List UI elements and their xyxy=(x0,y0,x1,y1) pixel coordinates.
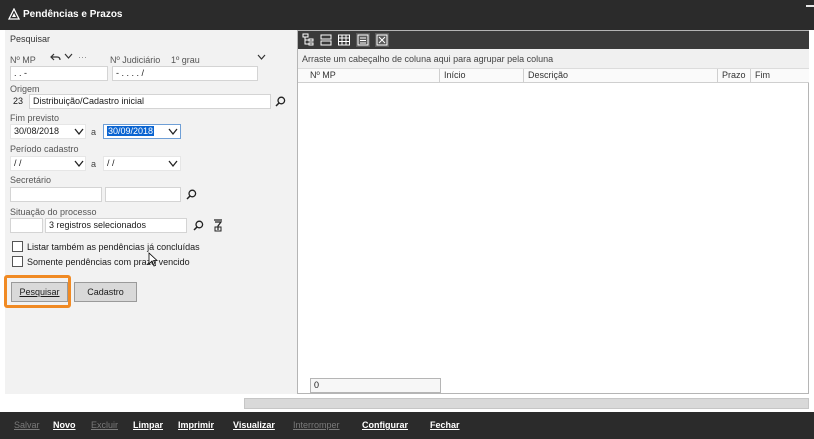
origin-label: Origem xyxy=(10,84,40,94)
col-prazo[interactable]: Prazo xyxy=(717,69,746,83)
secretary-code-input[interactable] xyxy=(10,187,102,202)
close-button[interactable]: Fechar xyxy=(430,420,460,430)
record-count: 0 xyxy=(310,378,441,393)
preview-button[interactable]: Visualizar xyxy=(233,420,275,430)
window-titlebar: Pendências e Prazos xyxy=(0,0,814,30)
list-view-icon[interactable] xyxy=(356,33,370,47)
origin-code[interactable]: 23 xyxy=(13,96,23,106)
secretary-label: Secretário xyxy=(10,175,52,185)
grid-toolbar xyxy=(298,31,809,49)
register-button[interactable]: Cadastro xyxy=(74,282,137,302)
chevron-down-icon[interactable] xyxy=(64,53,73,60)
register-button-label: Cadastro xyxy=(87,287,124,297)
origin-search-icon[interactable] xyxy=(275,96,286,107)
tree-view-icon[interactable] xyxy=(301,33,315,47)
action-bar: Salvar Novo Excluir Limpar Imprimir Visu… xyxy=(0,412,814,439)
end-to-dropdown-icon[interactable] xyxy=(167,127,179,137)
period-label: Período cadastro xyxy=(10,144,79,154)
end-range-separator: a xyxy=(91,127,97,137)
print-button[interactable]: Imprimir xyxy=(178,420,214,430)
new-button[interactable]: Novo xyxy=(53,420,76,430)
search-panel: Pesquisar Nº MP ··· Nº Judiciário 1º gra… xyxy=(4,30,298,394)
concluded-checkbox-label: Listar também as pendências já concluída… xyxy=(27,242,200,252)
interrupt-button[interactable]: Interromper xyxy=(293,420,340,430)
secretary-search-icon[interactable] xyxy=(186,189,197,200)
configure-button[interactable]: Configurar xyxy=(362,420,408,430)
search-panel-header: Pesquisar xyxy=(10,34,51,44)
search-button[interactable]: Pesquisar xyxy=(11,282,68,302)
delete-button[interactable]: Excluir xyxy=(91,420,118,430)
judicial-input[interactable]: - . . . . / xyxy=(112,66,258,81)
grid-header: Nº MP Início Descrição Prazo Fim xyxy=(298,69,809,83)
mouse-cursor-icon xyxy=(148,252,158,267)
status-search-icon[interactable] xyxy=(193,220,204,231)
secretary-name-input[interactable] xyxy=(105,187,181,202)
col-inicio[interactable]: Início xyxy=(439,69,466,83)
degree-chevron-icon[interactable] xyxy=(257,54,266,61)
window-title: Pendências e Prazos xyxy=(23,9,123,20)
nmp-input[interactable]: . . - xyxy=(10,66,108,81)
app-logo-icon xyxy=(8,8,20,20)
period-to-value: / / xyxy=(107,158,115,168)
end-to-value: 30/09/2018 xyxy=(107,126,155,136)
group-view-icon[interactable] xyxy=(319,33,333,47)
period-range-separator: a xyxy=(91,159,97,169)
overdue-checkbox[interactable] xyxy=(12,256,23,267)
period-to-dropdown-icon[interactable] xyxy=(167,159,179,169)
degree-label: 1º grau xyxy=(171,55,200,65)
status-label: Situação do processo xyxy=(10,207,97,217)
search-button-label: Pesquisar xyxy=(19,287,60,297)
clear-filter-icon[interactable] xyxy=(213,219,223,232)
col-descricao[interactable]: Descrição xyxy=(523,69,568,83)
status-input[interactable]: 3 registros selecionados xyxy=(45,218,187,233)
period-from-value: / / xyxy=(14,158,22,168)
clear-button[interactable]: Limpar xyxy=(133,420,163,430)
card-view-icon[interactable] xyxy=(375,33,389,47)
concluded-checkbox[interactable] xyxy=(12,241,23,252)
origin-input[interactable]: Distribuição/Cadastro inicial xyxy=(29,94,271,109)
end-label: Fim previsto xyxy=(10,113,60,123)
minimize-icon[interactable] xyxy=(806,5,814,7)
horizontal-scrollbar[interactable] xyxy=(244,398,809,409)
table-view-icon[interactable] xyxy=(337,33,351,47)
end-from-dropdown-icon[interactable] xyxy=(73,127,85,137)
nmp-more[interactable]: ··· xyxy=(78,52,87,62)
status-code-input[interactable] xyxy=(10,218,43,233)
nmp-label: Nº MP xyxy=(10,55,36,65)
group-by-hint[interactable]: Arraste um cabeçalho de coluna aqui para… xyxy=(298,49,809,69)
results-panel: Arraste um cabeçalho de coluna aqui para… xyxy=(298,30,809,394)
judicial-label: Nº Judiciário xyxy=(110,55,161,65)
end-from-value: 30/08/2018 xyxy=(14,126,60,136)
period-from-dropdown-icon[interactable] xyxy=(73,159,85,169)
overdue-checkbox-label: Somente pendências com prazo vencido xyxy=(27,257,190,267)
undo-icon[interactable] xyxy=(50,52,61,62)
save-button[interactable]: Salvar xyxy=(14,420,40,430)
col-fim[interactable]: Fim xyxy=(750,69,770,83)
col-nmp[interactable]: Nº MP xyxy=(306,69,336,83)
